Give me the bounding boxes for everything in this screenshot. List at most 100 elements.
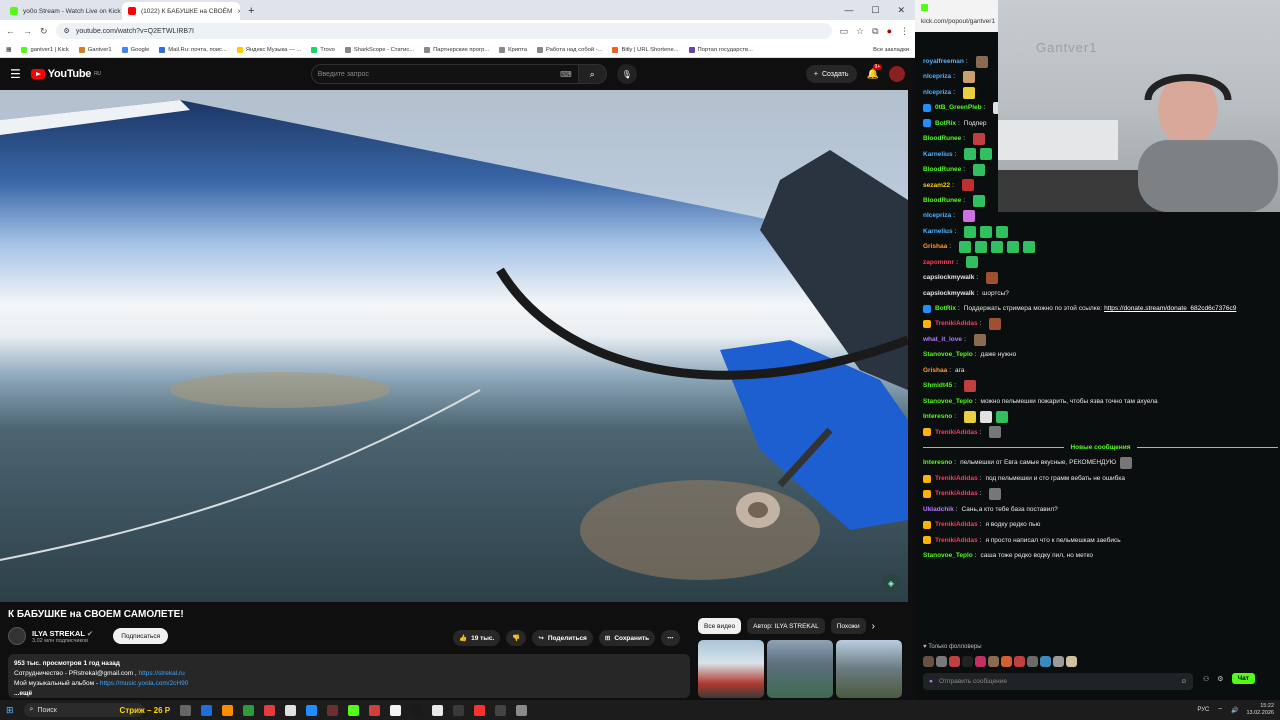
tab-youtube[interactable]: (1022) К БАБУШКЕ на СВОЁМ × bbox=[122, 2, 240, 20]
bookmark-item[interactable]: gantver1 | Kick bbox=[21, 46, 69, 53]
chat-username[interactable]: TrenikiAdidas bbox=[935, 471, 978, 486]
save-button[interactable]: ⊞ Сохранить bbox=[598, 630, 656, 646]
like-button[interactable]: 👍 19 тыс. bbox=[453, 630, 501, 646]
chat-username[interactable]: sezam22 bbox=[923, 178, 950, 193]
taskbar-app-icon[interactable] bbox=[390, 704, 402, 716]
chat-input[interactable]: ● Отправить сообщение ☺ bbox=[923, 673, 1193, 690]
taskbar-app-icon[interactable] bbox=[411, 704, 423, 716]
taskbar-app-icon[interactable] bbox=[369, 704, 381, 716]
chat-username[interactable]: zapomnnr bbox=[923, 255, 954, 270]
chat-username[interactable]: capslockmywalk bbox=[923, 286, 974, 301]
search-input[interactable]: Введите запрос ⌨ bbox=[310, 64, 579, 84]
subscribe-button[interactable]: Подписаться bbox=[113, 628, 169, 644]
all-bookmarks-button[interactable]: Все закладки bbox=[873, 47, 909, 53]
forward-icon[interactable]: → bbox=[23, 26, 32, 36]
search-button[interactable]: ⌕ bbox=[578, 64, 607, 84]
bookmark-item[interactable]: Mail.Ru: почта, поис... bbox=[159, 46, 227, 53]
extensions-icon[interactable]: ⧉ bbox=[872, 26, 878, 37]
show-more-link[interactable]: ...ещё bbox=[14, 689, 684, 699]
taskbar-app-icon[interactable] bbox=[285, 704, 297, 716]
notifications-bell-icon[interactable]: 🔔 9+ bbox=[867, 63, 883, 80]
bookmark-item[interactable]: Gantver1 bbox=[78, 46, 112, 53]
viewer-avatar[interactable] bbox=[949, 656, 960, 667]
send-chat-button[interactable]: Чат bbox=[1231, 673, 1255, 684]
taskbar-promo-widget[interactable]: Стриж – 26 Р bbox=[120, 706, 171, 715]
windows-start-icon[interactable]: ⊞ bbox=[6, 705, 14, 716]
cast-icon[interactable]: ▭ bbox=[840, 26, 849, 37]
menu-icon[interactable]: ⋮ bbox=[900, 26, 909, 37]
chat-username[interactable]: 0tB_GreenPleb bbox=[935, 100, 982, 115]
chat-username[interactable]: Shmidt45 bbox=[923, 378, 952, 393]
recommended-video-thumbnail[interactable] bbox=[698, 640, 764, 698]
bookmark-item[interactable]: Крипта bbox=[499, 46, 527, 53]
chat-username[interactable]: Stanovoe_Teplo bbox=[923, 394, 973, 409]
chat-username[interactable]: Interesno bbox=[923, 455, 952, 470]
new-tab-button[interactable]: + bbox=[240, 2, 262, 20]
taskbar-app-icon[interactable] bbox=[516, 704, 528, 716]
chat-username[interactable]: TrenikiAdidas bbox=[935, 425, 978, 440]
bookmark-item[interactable]: Trovo bbox=[311, 46, 335, 53]
clock[interactable]: 15:22 13.02.2026 bbox=[1246, 703, 1274, 717]
recommended-video-thumbnail[interactable] bbox=[767, 640, 833, 698]
language-indicator[interactable]: РУС bbox=[1197, 707, 1209, 713]
bookmark-item[interactable]: Партнерские прогр... bbox=[424, 46, 489, 53]
settings-gear-icon[interactable]: ⚙ bbox=[1217, 675, 1223, 683]
taskbar-app-icon[interactable] bbox=[348, 704, 360, 716]
url-input[interactable]: ⚙ youtube.com/watch?v=Q2ETWLIRB7I bbox=[55, 23, 832, 39]
hamburger-menu-icon[interactable]: ☰ bbox=[10, 67, 21, 81]
recommended-video-thumbnail[interactable] bbox=[836, 640, 902, 698]
taskbar-app-icon[interactable] bbox=[432, 704, 444, 716]
chat-mode-icon[interactable]: ● bbox=[929, 678, 933, 685]
star-icon[interactable]: ☆ bbox=[856, 26, 864, 37]
chat-username[interactable]: TrenikiAdidas bbox=[935, 316, 978, 331]
reload-icon[interactable]: ↻ bbox=[40, 26, 48, 37]
maximize-icon[interactable]: ☐ bbox=[871, 5, 879, 16]
chat-username[interactable]: TrenikiAdidas bbox=[935, 533, 978, 548]
apps-icon[interactable]: ▦ bbox=[6, 47, 11, 53]
chevron-right-icon[interactable]: › bbox=[872, 621, 875, 632]
bookmark-item[interactable]: Работа над собой -... bbox=[536, 46, 602, 53]
chat-username[interactable]: BloodRunee bbox=[923, 131, 961, 146]
chat-username[interactable]: Karnelius bbox=[923, 224, 953, 239]
bookmark-item[interactable]: Bitly | URL Shortene... bbox=[612, 46, 679, 53]
channel-name[interactable]: ILYA STREKAL ✔ bbox=[32, 629, 93, 638]
viewer-avatar[interactable] bbox=[936, 656, 947, 667]
chat-username[interactable]: Stanovoe_Teplo bbox=[923, 548, 973, 563]
chat-username[interactable]: BloodRunee bbox=[923, 162, 961, 177]
volume-icon[interactable]: 🔊 bbox=[1231, 707, 1238, 714]
account-avatar[interactable] bbox=[889, 66, 905, 82]
taskbar-app-icon[interactable] bbox=[495, 704, 507, 716]
viewer-avatar[interactable] bbox=[1053, 656, 1064, 667]
chat-link[interactable]: https://donate.stream/donate_682cd6c7376… bbox=[1104, 301, 1236, 316]
chat-username[interactable]: nIcepriza bbox=[923, 85, 951, 100]
wifi-icon[interactable]: ⌔ bbox=[1217, 706, 1223, 714]
back-icon[interactable]: ← bbox=[6, 26, 15, 36]
chat-username[interactable]: Ukladchik bbox=[923, 502, 954, 517]
chat-username[interactable]: Grishaa bbox=[923, 239, 947, 254]
chat-username[interactable]: Interesno bbox=[923, 409, 952, 424]
profile-avatar-icon[interactable]: ● bbox=[887, 26, 892, 36]
viewer-avatar[interactable] bbox=[1027, 656, 1038, 667]
viewer-avatar[interactable] bbox=[1066, 656, 1077, 667]
keyboard-icon[interactable]: ⌨ bbox=[560, 70, 572, 79]
chat-username[interactable]: royalfreeman bbox=[923, 54, 964, 69]
viewer-avatar[interactable] bbox=[975, 656, 986, 667]
viewer-avatar[interactable] bbox=[923, 656, 934, 667]
site-info-icon[interactable]: ⚙ bbox=[64, 27, 70, 35]
viewer-avatar[interactable] bbox=[1040, 656, 1051, 667]
chip-author[interactable]: Автор: ILYA STREKAL bbox=[747, 618, 825, 634]
channel-watermark-icon[interactable]: ◈ bbox=[882, 574, 900, 592]
viewer-avatar[interactable] bbox=[962, 656, 973, 667]
taskbar-app-icon[interactable] bbox=[306, 704, 318, 716]
viewer-avatar[interactable] bbox=[1014, 656, 1025, 667]
chat-username[interactable]: nIcepriza bbox=[923, 208, 951, 223]
close-window-icon[interactable]: ✕ bbox=[897, 5, 905, 16]
chat-username[interactable]: capslockmywalk bbox=[923, 270, 974, 285]
chat-username[interactable]: TrenikiAdidas bbox=[935, 486, 978, 501]
taskbar-app-icon[interactable] bbox=[243, 704, 255, 716]
description-link[interactable]: https://strekal.ru bbox=[139, 670, 185, 677]
more-actions-button[interactable]: ⋯ bbox=[661, 630, 680, 646]
chat-username[interactable]: TrenikiAdidas bbox=[935, 517, 978, 532]
bookmark-item[interactable]: Яндекс Музыка — ... bbox=[236, 46, 301, 53]
points-icon[interactable]: ⚇ bbox=[1203, 675, 1209, 683]
